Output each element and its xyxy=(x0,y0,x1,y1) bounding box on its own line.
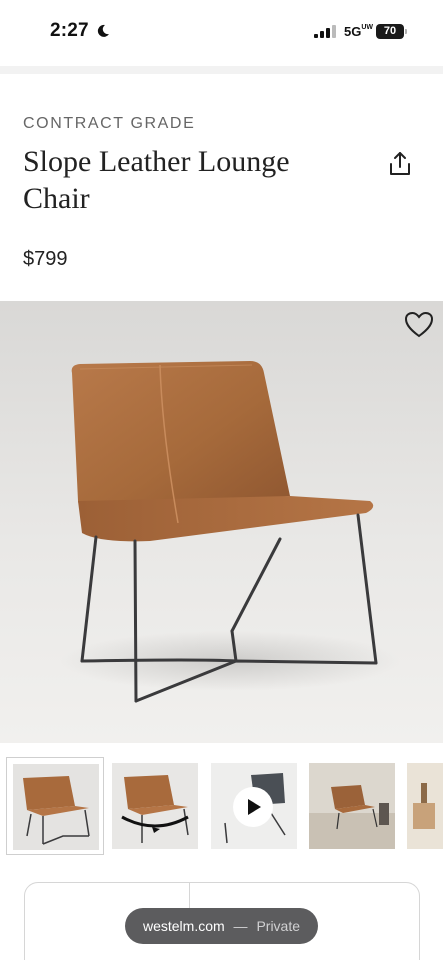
signal-icon xyxy=(314,25,336,38)
product-eyebrow: CONTRACT GRADE xyxy=(23,115,196,132)
url-private-label: Private xyxy=(256,918,301,934)
thumbnail-room[interactable] xyxy=(303,757,401,855)
thumbnail-strip xyxy=(0,757,443,855)
thumbnail-360[interactable] xyxy=(106,757,204,855)
network-label: 5GUW xyxy=(344,24,374,39)
status-bar: 2:27 5GUW 70 xyxy=(0,0,443,66)
thumbnail-room-2[interactable] xyxy=(401,757,443,855)
moon-icon xyxy=(97,24,109,37)
battery-icon: 70 xyxy=(376,24,408,39)
thumbnail-video[interactable] xyxy=(205,757,303,855)
browser-url-pill[interactable]: westelm.com — Private xyxy=(125,908,318,944)
thumbnail-main[interactable] xyxy=(6,757,104,855)
product-hero-image[interactable] xyxy=(0,301,443,743)
heart-icon[interactable] xyxy=(404,311,434,339)
chair-illustration xyxy=(60,361,400,703)
battery-level: 70 xyxy=(376,24,404,39)
header-divider xyxy=(0,66,443,74)
status-time: 2:27 xyxy=(50,20,89,41)
share-icon[interactable] xyxy=(386,150,414,178)
product-title: Slope Leather Lounge Chair xyxy=(23,145,290,215)
url-domain: westelm.com xyxy=(142,918,225,934)
product-price: $799 xyxy=(23,248,68,270)
url-separator: — xyxy=(233,918,248,934)
